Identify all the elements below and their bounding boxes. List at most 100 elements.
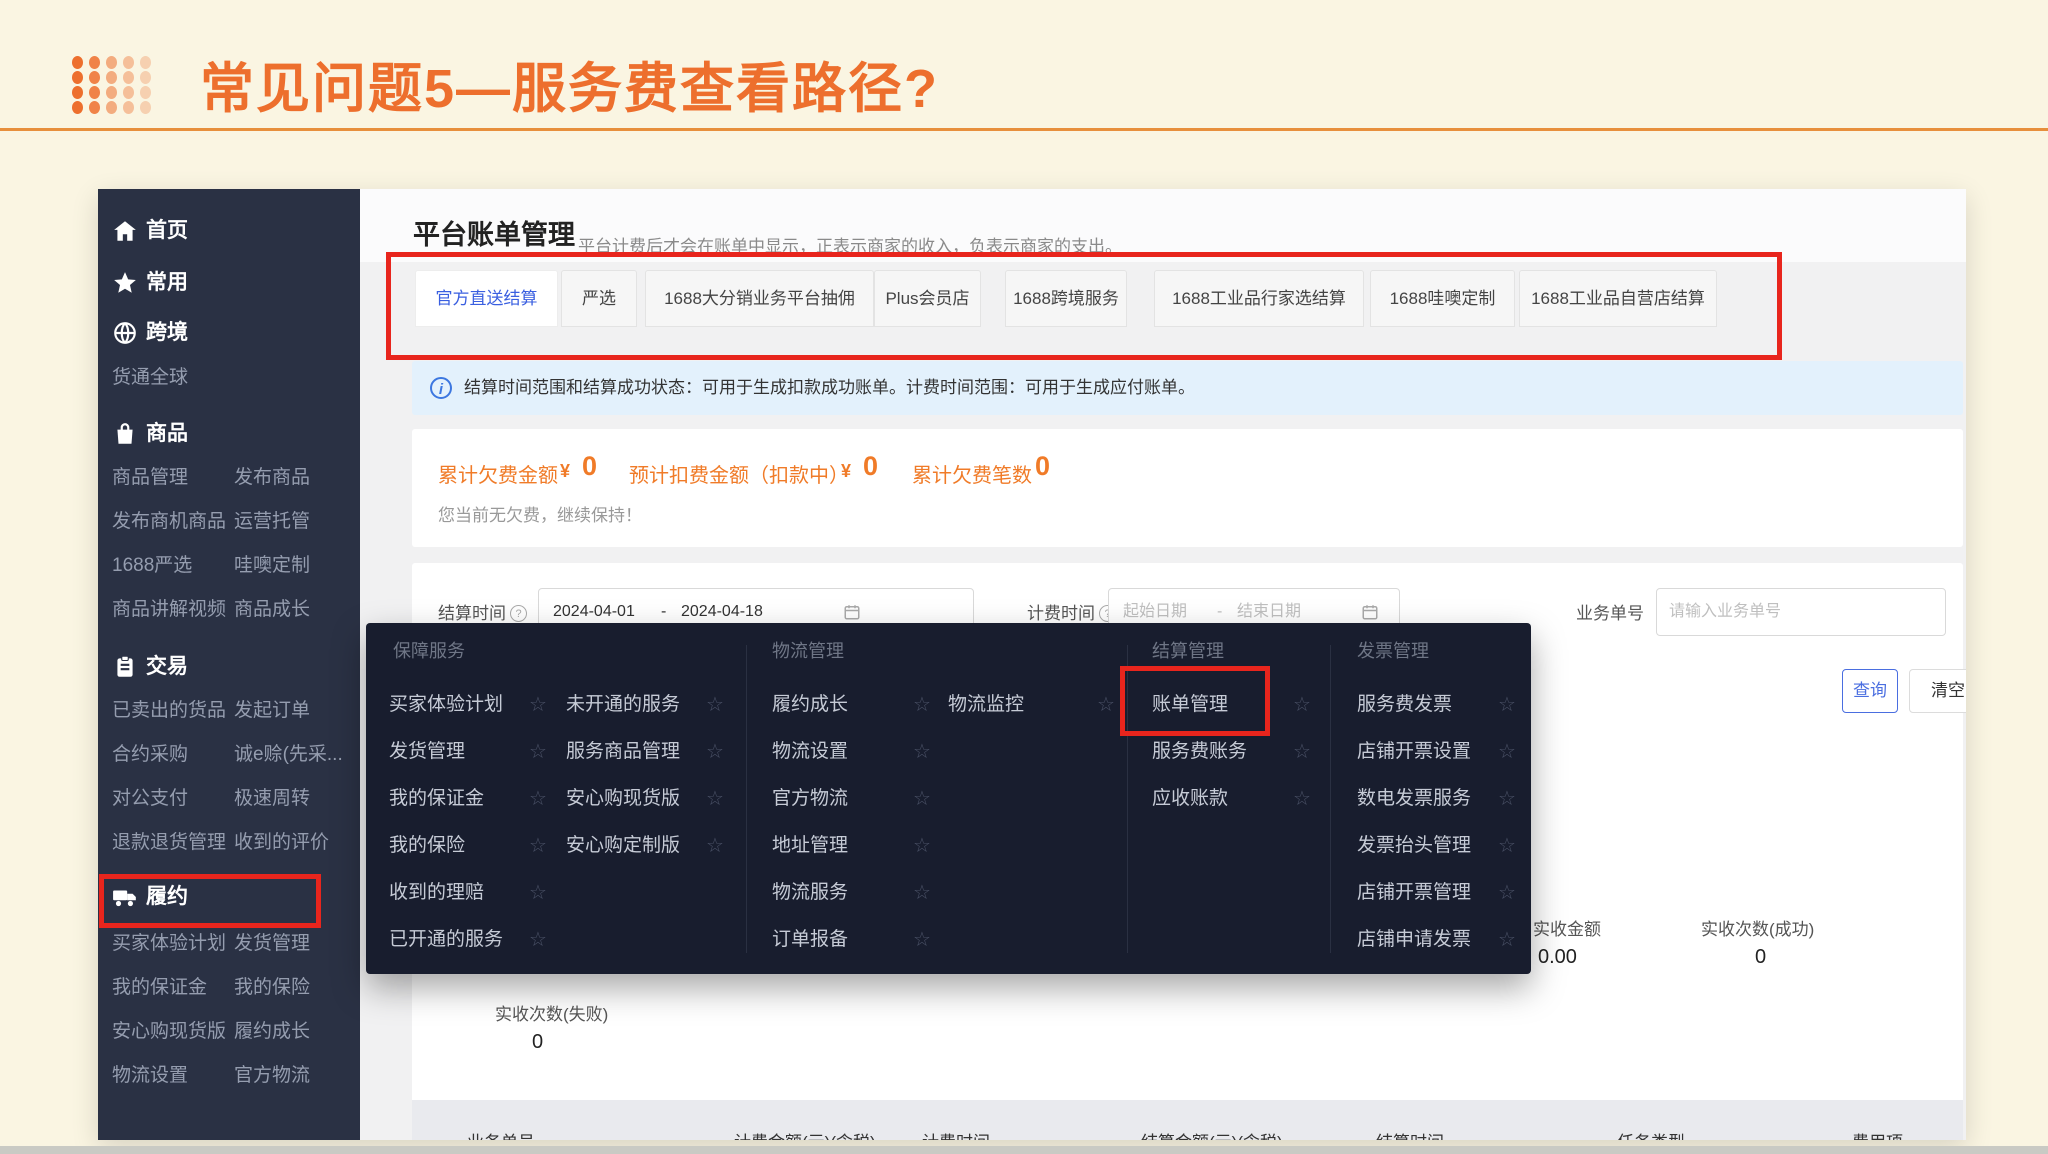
sidebar-item[interactable]: 运营托管 xyxy=(234,509,310,535)
table-header[interactable]: 计费时间↕ xyxy=(922,1128,1001,1140)
favorite-star-icon[interactable]: ☆ xyxy=(1293,692,1311,718)
sidebar-item[interactable]: 发布商机商品 xyxy=(112,509,226,535)
sidebar-item[interactable]: 商品成长 xyxy=(234,597,310,623)
tab-industrial-expert[interactable]: 1688工业品行家选结算 xyxy=(1154,270,1364,327)
sidebar-item-home[interactable]: 首页 xyxy=(146,218,188,244)
favorite-star-icon[interactable]: ☆ xyxy=(529,692,547,718)
sidebar-item-crossborder[interactable]: 跨境 xyxy=(146,320,188,346)
favorite-star-icon[interactable]: ☆ xyxy=(913,739,931,765)
menu-item[interactable]: 物流监控 xyxy=(948,692,1024,718)
menu-item[interactable]: 店铺开票设置 xyxy=(1357,739,1471,765)
favorite-star-icon[interactable]: ☆ xyxy=(913,880,931,906)
tab-waou-custom[interactable]: 1688哇噢定制 xyxy=(1370,270,1515,327)
menu-item[interactable]: 地址管理 xyxy=(772,833,848,859)
favorite-star-icon[interactable]: ☆ xyxy=(706,786,724,812)
tab-distribution-commission[interactable]: 1688大分销业务平台抽佣 xyxy=(645,270,874,327)
sidebar-item[interactable]: 哇噢定制 xyxy=(234,553,310,579)
sort-icon[interactable]: ↕ xyxy=(1907,1135,1914,1140)
menu-item-bill-management[interactable]: 账单管理 xyxy=(1152,692,1228,718)
sidebar-item[interactable]: 我的保险 xyxy=(234,975,310,1001)
favorite-star-icon[interactable]: ☆ xyxy=(1498,739,1516,765)
sidebar-item[interactable]: 合约采购 xyxy=(112,742,188,768)
tab-crossborder-service[interactable]: 1688跨境服务 xyxy=(1005,270,1127,327)
sidebar-section-trade[interactable]: 交易 xyxy=(146,654,188,680)
sidebar-item[interactable]: 安心购现货版 xyxy=(112,1019,226,1045)
favorite-star-icon[interactable]: ☆ xyxy=(1293,739,1311,765)
sidebar-item[interactable]: 买家体验计划 xyxy=(112,931,226,957)
menu-item[interactable]: 我的保证金 xyxy=(389,786,484,812)
favorite-star-icon[interactable]: ☆ xyxy=(529,739,547,765)
favorite-star-icon[interactable]: ☆ xyxy=(1498,927,1516,953)
favorite-star-icon[interactable]: ☆ xyxy=(913,927,931,953)
sidebar-item[interactable]: 发货管理 xyxy=(234,931,310,957)
tab-plus-member[interactable]: Plus会员店 xyxy=(874,270,981,327)
sidebar-item[interactable]: 发起订单 xyxy=(234,698,310,724)
menu-item[interactable]: 应收账款 xyxy=(1152,786,1228,812)
sidebar-item[interactable]: 退款退货管理 xyxy=(112,830,226,856)
table-header[interactable]: 结算金额(元)(含税) xyxy=(1141,1128,1283,1140)
sidebar-item[interactable]: 我的保证金 xyxy=(112,975,207,1001)
sidebar-item[interactable]: 商品讲解视频 xyxy=(112,597,226,623)
help-icon[interactable]: ? xyxy=(510,605,527,622)
sidebar-item[interactable]: 发布商品 xyxy=(234,465,310,491)
tab-industrial-selfrun[interactable]: 1688工业品自营店结算 xyxy=(1519,270,1717,327)
menu-item[interactable]: 已开通的服务 xyxy=(389,927,503,953)
sidebar-item[interactable]: 物流设置 xyxy=(112,1063,188,1089)
menu-item[interactable]: 服务费账务 xyxy=(1152,739,1247,765)
favorite-star-icon[interactable]: ☆ xyxy=(1097,692,1115,718)
sidebar-item[interactable]: 极速周转 xyxy=(234,786,310,812)
clear-button[interactable]: 清空 xyxy=(1909,669,1966,713)
tab-official-direct[interactable]: 官方直送结算 xyxy=(415,270,558,327)
menu-item[interactable]: 物流服务 xyxy=(772,880,848,906)
menu-item[interactable]: 店铺申请发票 xyxy=(1357,927,1471,953)
menu-item[interactable]: 店铺开票管理 xyxy=(1357,880,1471,906)
favorite-star-icon[interactable]: ☆ xyxy=(913,786,931,812)
sidebar-item[interactable]: 履约成长 xyxy=(234,1019,310,1045)
table-header[interactable]: 费用项↕ xyxy=(1852,1128,1914,1140)
sort-icon[interactable]: ↕ xyxy=(994,1135,1001,1140)
sidebar-item-favorites[interactable]: 常用 xyxy=(146,270,188,296)
sidebar-item[interactable]: 商品管理 xyxy=(112,465,188,491)
menu-item[interactable]: 订单报备 xyxy=(772,927,848,953)
favorite-star-icon[interactable]: ☆ xyxy=(1498,786,1516,812)
favorite-star-icon[interactable]: ☆ xyxy=(1293,786,1311,812)
favorite-star-icon[interactable]: ☆ xyxy=(913,833,931,859)
favorite-star-icon[interactable]: ☆ xyxy=(706,692,724,718)
sidebar-item[interactable]: 1688严选 xyxy=(112,553,192,579)
sidebar-item[interactable]: 官方物流 xyxy=(234,1063,310,1089)
sidebar-section-fulfillment[interactable]: 履约 xyxy=(146,884,188,910)
menu-item[interactable]: 安心购定制版 xyxy=(566,833,680,859)
menu-item[interactable]: 服务费发票 xyxy=(1357,692,1452,718)
favorite-star-icon[interactable]: ☆ xyxy=(913,692,931,718)
sidebar-section-goods[interactable]: 商品 xyxy=(146,421,188,447)
menu-item[interactable]: 物流设置 xyxy=(772,739,848,765)
menu-item[interactable]: 发票抬头管理 xyxy=(1357,833,1471,859)
table-header[interactable]: 计费金额(元)(含税) xyxy=(734,1128,876,1140)
sidebar-item[interactable]: 收到的评价 xyxy=(234,830,329,856)
table-header[interactable]: 业务单号↕ xyxy=(467,1128,546,1140)
table-header[interactable]: 任务类型 xyxy=(1617,1128,1685,1140)
sidebar-item[interactable]: 对公支付 xyxy=(112,786,188,812)
menu-item[interactable]: 我的保险 xyxy=(389,833,465,859)
menu-item[interactable]: 安心购现货版 xyxy=(566,786,680,812)
order-no-input[interactable] xyxy=(1656,588,1946,636)
favorite-star-icon[interactable]: ☆ xyxy=(529,786,547,812)
menu-item[interactable]: 服务商品管理 xyxy=(566,739,680,765)
sidebar-item-global[interactable]: 货通全球 xyxy=(112,365,188,391)
favorite-star-icon[interactable]: ☆ xyxy=(706,739,724,765)
table-header[interactable]: 结算时间↕ xyxy=(1376,1128,1455,1140)
menu-item[interactable]: 数电发票服务 xyxy=(1357,786,1471,812)
tab-yanxuan[interactable]: 严选 xyxy=(561,270,637,327)
menu-item[interactable]: 发货管理 xyxy=(389,739,465,765)
favorite-star-icon[interactable]: ☆ xyxy=(529,880,547,906)
search-button[interactable]: 查询 xyxy=(1842,669,1898,713)
favorite-star-icon[interactable]: ☆ xyxy=(1498,833,1516,859)
sort-icon[interactable]: ↕ xyxy=(539,1135,546,1140)
sort-icon[interactable]: ↕ xyxy=(1448,1135,1455,1140)
favorite-star-icon[interactable]: ☆ xyxy=(1498,880,1516,906)
menu-item[interactable]: 未开通的服务 xyxy=(566,692,680,718)
sidebar-item[interactable]: 诚e赊(先采... xyxy=(234,742,343,768)
menu-item[interactable]: 履约成长 xyxy=(772,692,848,718)
menu-item[interactable]: 官方物流 xyxy=(772,786,848,812)
favorite-star-icon[interactable]: ☆ xyxy=(1498,692,1516,718)
